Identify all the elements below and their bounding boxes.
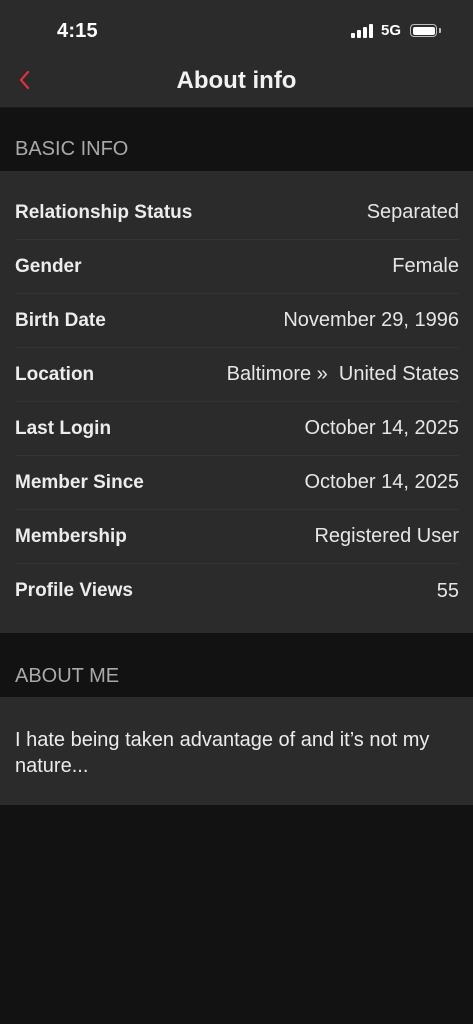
battery-cap xyxy=(439,28,441,33)
section-header-about-me: ABOUT ME xyxy=(0,634,473,697)
row-value: Registered User xyxy=(314,525,459,547)
info-row-relationship-status: Relationship Status Separated xyxy=(15,186,459,240)
row-label: Birth Date xyxy=(15,309,106,331)
status-time: 4:15 xyxy=(57,20,98,42)
info-row-member-since: Member Since October 14, 2025 xyxy=(15,456,459,510)
about-me-card: I hate being taken advantage of and it’s… xyxy=(0,697,473,805)
basic-info-card: Relationship Status Separated Gender Fem… xyxy=(0,171,473,633)
info-row-profile-views: Profile Views 55 xyxy=(15,564,459,618)
info-row-birth-date: Birth Date November 29, 1996 xyxy=(15,294,459,348)
row-label: Gender xyxy=(15,255,82,277)
info-row-membership: Membership Registered User xyxy=(15,510,459,564)
row-value: Female xyxy=(392,255,459,277)
section-header-label: BASIC INFO xyxy=(15,138,129,160)
battery-icon xyxy=(410,24,437,37)
info-row-last-login: Last Login October 14, 2025 xyxy=(15,402,459,456)
status-icons: 5G xyxy=(350,22,441,39)
network-type: 5G xyxy=(380,22,401,39)
page-title: About info xyxy=(176,67,297,94)
row-value: Baltimore » United States xyxy=(226,363,459,385)
about-me-text: I hate being taken advantage of and it’s… xyxy=(15,729,430,777)
row-value: 55 xyxy=(436,579,459,602)
signal-icon xyxy=(350,23,373,38)
info-row-gender: Gender Female xyxy=(15,240,459,294)
row-label: Relationship Status xyxy=(15,201,193,223)
row-value: Separated xyxy=(366,201,459,223)
row-value: October 14, 2025 xyxy=(304,471,459,493)
row-value: November 29, 1996 xyxy=(283,309,459,331)
section-header-basic-info: BASIC INFO xyxy=(0,108,473,170)
row-label: Membership xyxy=(15,525,127,547)
section-header-label: ABOUT ME xyxy=(15,665,120,687)
row-label: Last Login xyxy=(15,417,112,439)
info-row-location: Location Baltimore » United States xyxy=(15,348,459,402)
top-bar: 4:15 5G About info xyxy=(0,0,473,108)
row-value: October 14, 2025 xyxy=(304,417,459,439)
row-label: Member Since xyxy=(15,471,144,493)
row-label: Profile Views xyxy=(15,580,133,601)
row-label: Location xyxy=(15,363,95,385)
